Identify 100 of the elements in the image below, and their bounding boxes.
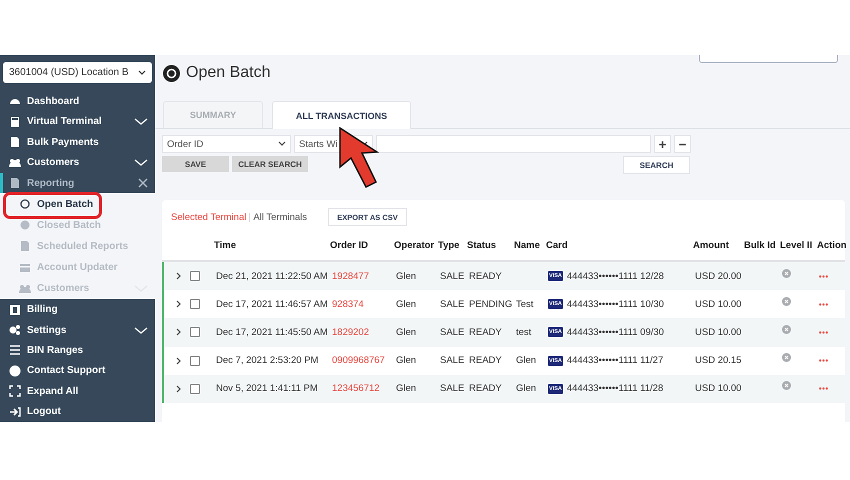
order-link[interactable]: 1829202 — [332, 326, 396, 338]
table-cell-text: SALE — [440, 298, 466, 310]
column-header: Operator — [394, 240, 436, 250]
checkbox[interactable] — [190, 271, 200, 282]
column-header: Action — [817, 240, 847, 250]
close-icon[interactable] — [138, 178, 148, 188]
sidebar-item[interactable]: Open Batch — [0, 193, 155, 215]
column-header: Type — [438, 240, 460, 250]
table-cell-text: Glen — [516, 383, 538, 394]
document-icon — [19, 240, 31, 252]
column-header: Time — [214, 240, 238, 250]
column-header: Bulk Id — [744, 240, 777, 250]
order-link[interactable]: 123456712 — [332, 383, 396, 394]
page-icon — [163, 64, 180, 82]
card-icon — [19, 262, 31, 274]
table-cell-text: Glen — [396, 383, 418, 394]
more-icon[interactable] — [819, 302, 828, 306]
calculator-icon — [9, 116, 21, 128]
sidebar-item[interactable]: Dashboard — [0, 91, 155, 112]
table-cell-text: Glen — [396, 298, 418, 310]
remove-button[interactable]: − — [674, 135, 691, 153]
chevron-right-icon[interactable] — [176, 272, 181, 280]
chevron-right-icon[interactable] — [176, 328, 181, 336]
table-cell-text: USD 10.00 — [695, 298, 742, 310]
chevron-right-icon[interactable] — [176, 300, 181, 308]
column-header: Card — [546, 240, 569, 250]
people-icon — [9, 156, 21, 169]
sidebar-item[interactable]: Settings — [0, 320, 155, 340]
checkbox[interactable] — [190, 327, 200, 338]
table-cell-text: READY — [469, 383, 503, 394]
location-select[interactable]: 3601004 (USD) Location B — [3, 62, 152, 84]
expand-icon — [9, 385, 21, 398]
table-cell-text: READY — [469, 326, 503, 338]
document-icon — [9, 136, 21, 148]
search-button[interactable]: SEARCH — [623, 156, 690, 174]
column-header: Level II — [780, 240, 814, 250]
table-cell-text: USD 10.00 — [695, 383, 742, 394]
column-header: Name — [514, 240, 541, 250]
table-cell: 444433••••••1111 12/28 — [566, 270, 664, 282]
checkbox[interactable] — [190, 299, 200, 310]
table-cell-text: Dec 17, 2021 11:45:50 AM — [216, 326, 329, 338]
x-circle-icon — [782, 296, 791, 306]
more-icon[interactable] — [819, 387, 828, 390]
input-field[interactable] — [699, 55, 838, 63]
table-cell: 444433••••••1111 11/27 — [566, 355, 664, 366]
more-icon[interactable] — [819, 274, 828, 278]
column-header: Order ID — [330, 240, 370, 250]
table-cell-text: Glen — [396, 270, 418, 282]
x-circle-icon — [782, 381, 791, 390]
sidebar-item[interactable]: Contact Support — [0, 360, 155, 382]
chevron-right-icon[interactable] — [176, 384, 181, 393]
clear-search-button[interactable]: CLEAR SEARCH — [232, 156, 308, 172]
search-field[interactable] — [376, 135, 651, 153]
dot-icon — [19, 219, 31, 232]
list-icon — [9, 344, 21, 356]
table-cell: 444433••••••1111 11/28 — [566, 383, 664, 394]
more-icon[interactable] — [819, 359, 828, 362]
x-circle-icon — [782, 268, 791, 278]
terminal-link[interactable]: Selected Terminal — [171, 212, 246, 222]
table-cell-text: Glen — [396, 326, 418, 338]
logout-icon — [9, 406, 21, 418]
column-header: Amount — [693, 240, 730, 250]
table-cell-text: Dec 17, 2021 11:46:57 AM — [216, 298, 329, 310]
sidebar-item[interactable]: Expand All — [0, 381, 155, 402]
sidebar-item[interactable]: Logout — [0, 402, 155, 422]
chevron-right-icon[interactable] — [176, 356, 181, 365]
table-cell-text: SALE — [440, 383, 466, 394]
table-cell-text: Glen — [396, 355, 418, 366]
dropdown[interactable]: Order ID — [162, 135, 291, 153]
add-button[interactable]: + — [654, 135, 671, 153]
table-cell-text: USD 20.15 — [695, 355, 742, 366]
order-link[interactable]: 0909968767 — [332, 355, 396, 366]
tab[interactable]: ALL TRANSACTIONS — [272, 101, 411, 129]
table-cell-text: Nov 5, 2021 1:41:11 PM — [216, 383, 319, 394]
document-icon — [9, 177, 21, 190]
sidebar-item[interactable]: Reporting — [0, 172, 155, 194]
sidebar-item[interactable]: Billing — [0, 299, 155, 320]
table-cell-text: Glen — [516, 355, 538, 366]
table-cell-text: test — [516, 326, 532, 338]
table-cell-text: USD 10.00 — [695, 326, 742, 338]
terminal-link[interactable]: All Terminals — [253, 212, 308, 222]
table-cell-text: Dec 7, 2021 2:53:20 PM — [216, 355, 320, 366]
table-cell: 444433••••••1111 09/30 — [566, 326, 664, 338]
sidebar-item[interactable]: Virtual Terminal — [0, 112, 155, 132]
table-cell-text: PENDING — [469, 298, 514, 310]
page-title: Open Batch — [186, 64, 270, 82]
checkbox[interactable] — [190, 356, 200, 366]
table-cell-text: SALE — [440, 326, 466, 338]
order-link[interactable]: 928374 — [332, 298, 396, 310]
sidebar-item[interactable]: Bulk Payments — [0, 132, 155, 153]
x-circle-icon — [782, 353, 791, 362]
order-link[interactable]: 1928477 — [332, 270, 396, 282]
sidebar-item[interactable]: BIN Ranges — [0, 340, 155, 361]
save-button[interactable]: SAVE — [162, 156, 229, 172]
checkbox[interactable] — [190, 384, 200, 394]
table-cell-text: Test — [516, 298, 534, 310]
ring-icon — [19, 198, 31, 210]
more-icon[interactable] — [819, 330, 828, 334]
x-circle-icon — [782, 324, 791, 334]
sidebar-item[interactable]: Customers — [0, 152, 155, 173]
